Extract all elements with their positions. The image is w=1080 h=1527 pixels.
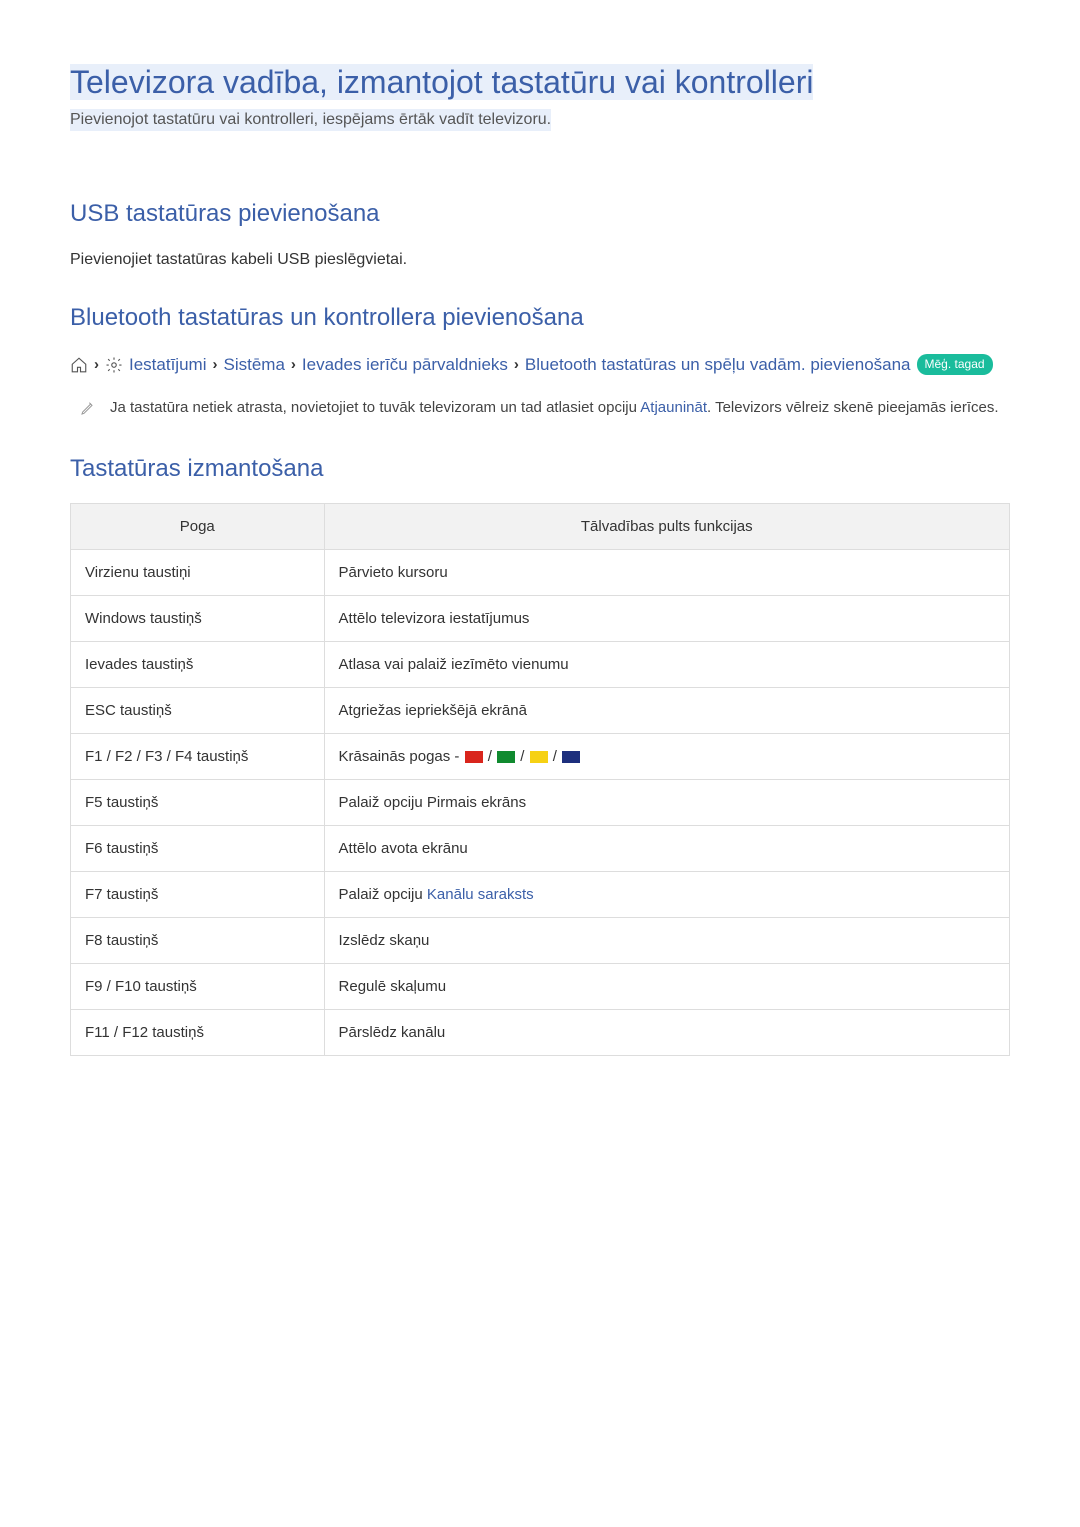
table-row: Ievades taustiņšAtlasa vai palaiž iezīmē… bbox=[71, 642, 1010, 688]
chevron-icon: › bbox=[291, 354, 296, 375]
key-cell: F8 taustiņš bbox=[71, 918, 325, 964]
breadcrumb-item[interactable]: Iestatījumi bbox=[129, 353, 206, 377]
note-link[interactable]: Atjaunināt bbox=[640, 399, 707, 416]
note-suffix: . Televizors vēlreiz skenē pieejamās ier… bbox=[707, 399, 999, 416]
fn-cell: Izslēdz skaņu bbox=[324, 918, 1009, 964]
key-cell: Virzienu taustiņi bbox=[71, 550, 325, 596]
table-row: F9 / F10 taustiņšRegulē skaļumu bbox=[71, 964, 1010, 1010]
table-row: F8 taustiņšIzslēdz skaņu bbox=[71, 918, 1010, 964]
yellow-color-square bbox=[530, 751, 548, 763]
fn-cell: Palaiž opciju Pirmais ekrāns bbox=[324, 780, 1009, 826]
table-header-key: Poga bbox=[71, 504, 325, 550]
info-note: Ja tastatūra netiek atrasta, novietojiet… bbox=[80, 397, 1010, 422]
fn-cell: Regulē skaļumu bbox=[324, 964, 1009, 1010]
fn-cell: Pārslēdz kanālu bbox=[324, 1010, 1009, 1056]
section-heading-bluetooth: Bluetooth tastatūras un kontrollera piev… bbox=[70, 301, 1010, 335]
try-now-badge[interactable]: Mēģ. tagad bbox=[917, 354, 993, 375]
fn-cell: Pārvieto kursoru bbox=[324, 550, 1009, 596]
note-text: Ja tastatūra netiek atrasta, novietojiet… bbox=[110, 397, 999, 422]
table-row: ESC taustiņšAtgriežas iepriekšējā ekrānā bbox=[71, 688, 1010, 734]
fn-cell: Atgriežas iepriekšējā ekrānā bbox=[324, 688, 1009, 734]
fn-cell: Attēlo televizora iestatījumus bbox=[324, 596, 1009, 642]
note-prefix: Ja tastatūra netiek atrasta, novietojiet… bbox=[110, 399, 640, 416]
key-cell: ESC taustiņš bbox=[71, 688, 325, 734]
breadcrumb-item[interactable]: Sistēma bbox=[223, 353, 284, 377]
fn-cell: Attēlo avota ekrānu bbox=[324, 826, 1009, 872]
table-row: Virzienu taustiņiPārvieto kursoru bbox=[71, 550, 1010, 596]
page-title: Televizora vadība, izmantojot tastatūru … bbox=[70, 64, 813, 100]
chevron-icon: › bbox=[212, 354, 217, 375]
green-color-square bbox=[497, 751, 515, 763]
fn-cell: Krāsainās pogas - / / / bbox=[324, 734, 1009, 780]
table-header-fn: Tālvadības pults funkcijas bbox=[324, 504, 1009, 550]
fn-link[interactable]: Kanālu saraksts bbox=[427, 886, 534, 903]
key-cell: F6 taustiņš bbox=[71, 826, 325, 872]
home-icon bbox=[70, 353, 88, 377]
table-row: F6 taustiņšAttēlo avota ekrānu bbox=[71, 826, 1010, 872]
table-row: F5 taustiņšPalaiž opciju Pirmais ekrāns bbox=[71, 780, 1010, 826]
table-row: F7 taustiņšPalaiž opciju Kanālu saraksts bbox=[71, 872, 1010, 918]
key-cell: F7 taustiņš bbox=[71, 872, 325, 918]
key-cell: F11 / F12 taustiņš bbox=[71, 1010, 325, 1056]
fn-cell: Atlasa vai palaiž iezīmēto vienumu bbox=[324, 642, 1009, 688]
table-row: Windows taustiņšAttēlo televizora iestat… bbox=[71, 596, 1010, 642]
keyboard-table: Poga Tālvadības pults funkcijas Virzienu… bbox=[70, 503, 1010, 1056]
red-color-square bbox=[465, 751, 483, 763]
table-row: F11 / F12 taustiņšPārslēdz kanālu bbox=[71, 1010, 1010, 1056]
key-cell: F5 taustiņš bbox=[71, 780, 325, 826]
blue-color-square bbox=[562, 751, 580, 763]
fn-cell: Palaiž opciju Kanālu saraksts bbox=[324, 872, 1009, 918]
usb-body-text: Pievienojiet tastatūras kabeli USB piesl… bbox=[70, 249, 1010, 271]
gear-icon bbox=[105, 353, 123, 377]
breadcrumb-item[interactable]: Bluetooth tastatūras un spēļu vadām. pie… bbox=[525, 353, 911, 377]
chevron-icon: › bbox=[94, 354, 99, 375]
key-cell: F1 / F2 / F3 / F4 taustiņš bbox=[71, 734, 325, 780]
breadcrumb: › Iestatījumi › Sistēma › Ievades ierīču… bbox=[70, 353, 1010, 377]
key-cell: Ievades taustiņš bbox=[71, 642, 325, 688]
table-row: F1 / F2 / F3 / F4 taustiņšKrāsainās poga… bbox=[71, 734, 1010, 780]
chevron-icon: › bbox=[514, 354, 519, 375]
key-cell: Windows taustiņš bbox=[71, 596, 325, 642]
section-heading-usb: USB tastatūras pievienošana bbox=[70, 197, 1010, 231]
section-heading-usage: Tastatūras izmantošana bbox=[70, 452, 1010, 486]
pencil-icon bbox=[80, 397, 96, 422]
breadcrumb-item[interactable]: Ievades ierīču pārvaldnieks bbox=[302, 353, 508, 377]
key-cell: F9 / F10 taustiņš bbox=[71, 964, 325, 1010]
page-subtitle: Pievienojot tastatūru vai kontrolleri, i… bbox=[70, 109, 551, 131]
